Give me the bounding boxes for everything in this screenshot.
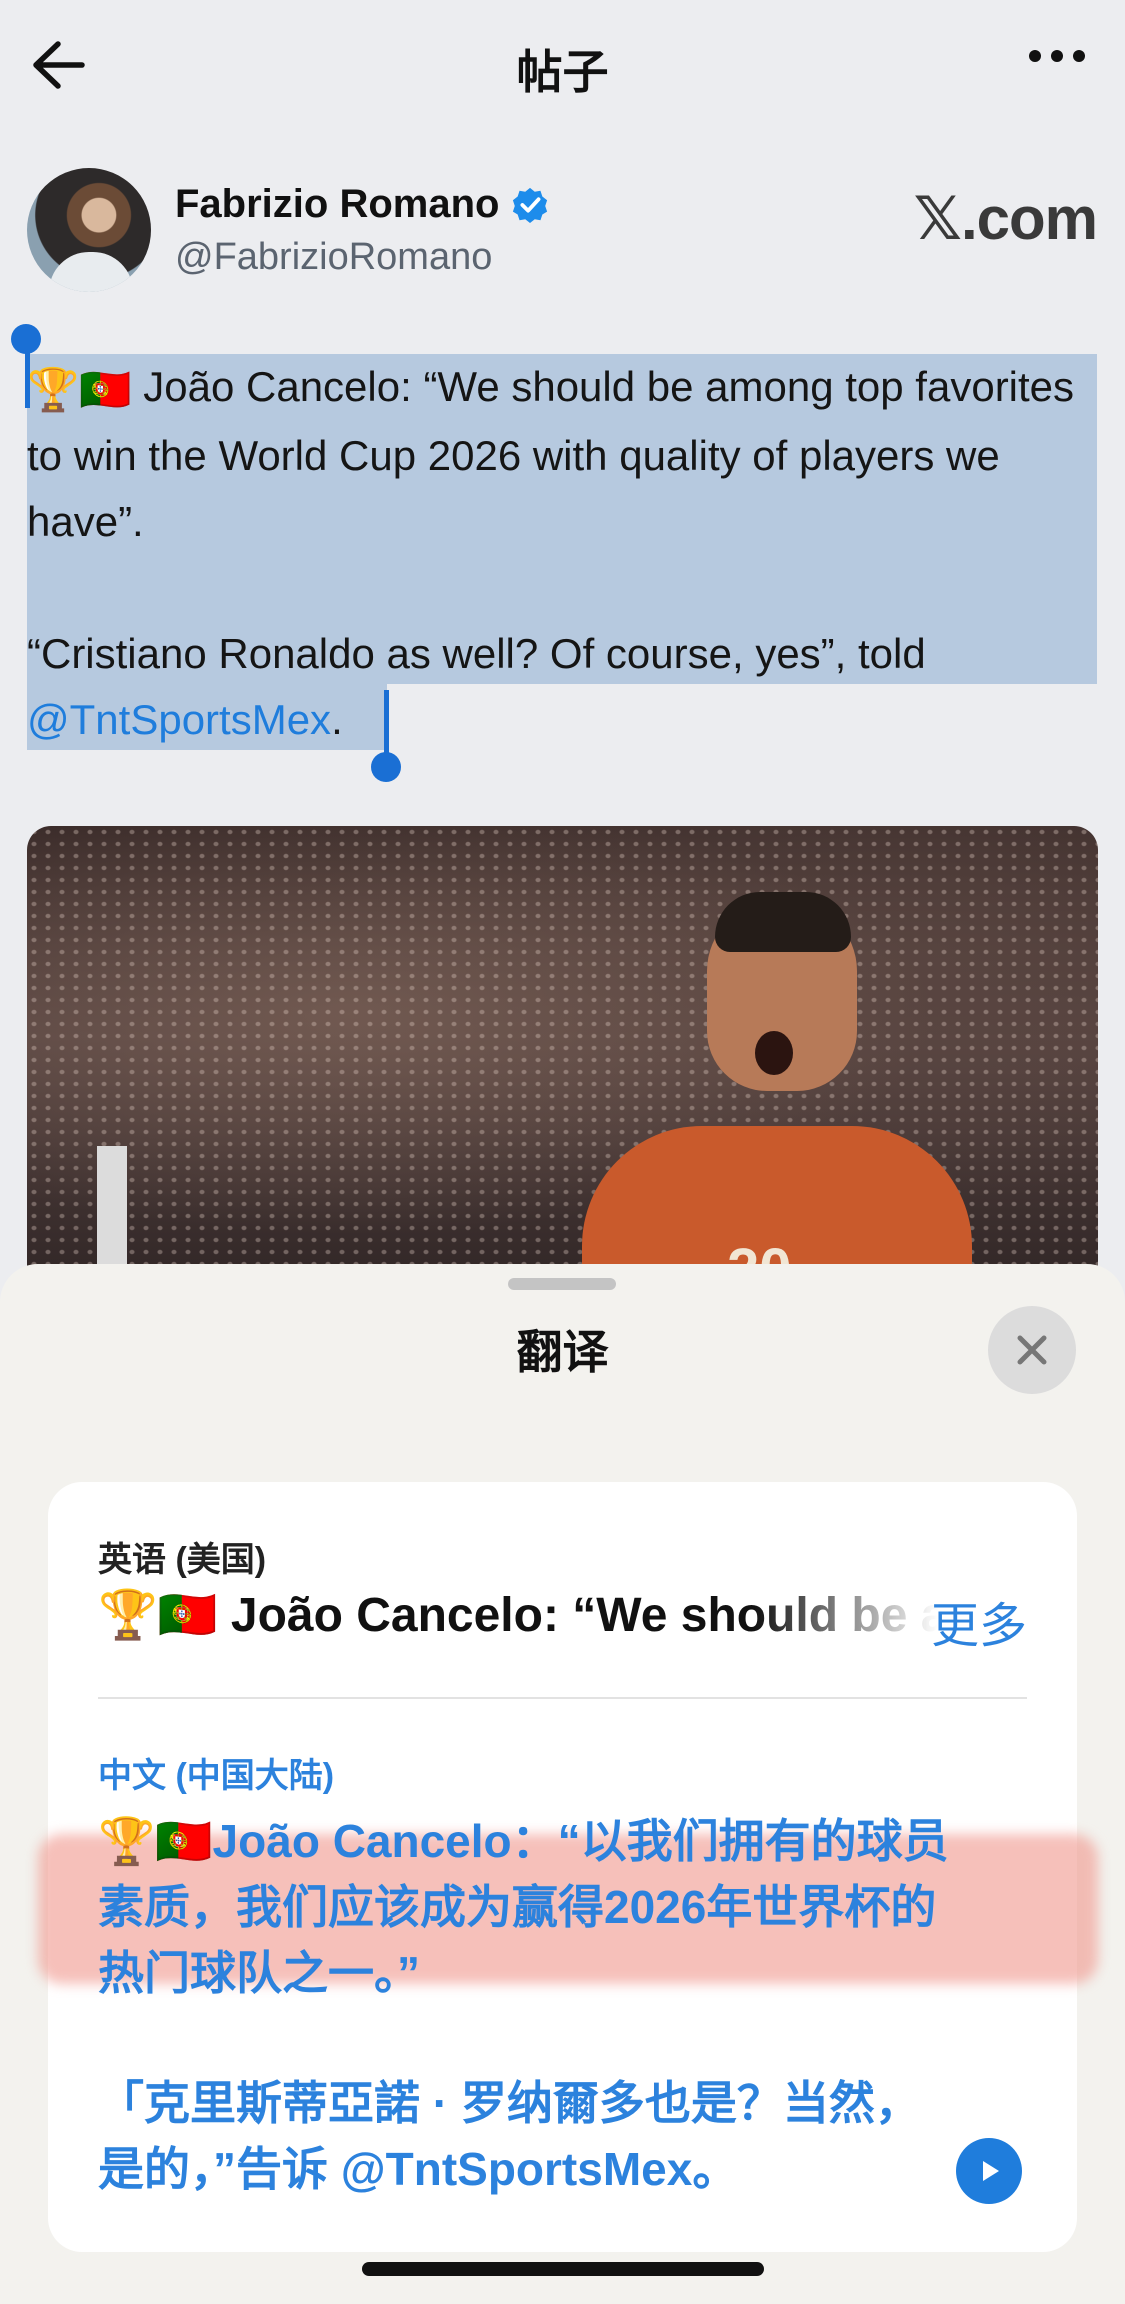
close-button[interactable] (988, 1306, 1076, 1394)
verified-badge-icon (513, 187, 548, 223)
sheet-grabber[interactable] (508, 1278, 616, 1290)
play-icon (983, 2161, 999, 2181)
play-button[interactable] (956, 2138, 1022, 2204)
source-text: 🏆🇵🇹 João Cancelo: “We should be among to… (98, 1589, 938, 1642)
tweet-paragraph-2: “Cristiano Ronaldo as well? Of course, y… (27, 629, 926, 677)
top-nav-bar: 帖子 (0, 0, 1125, 130)
target-language-label[interactable]: 中文 (中国大陆) (98, 1748, 334, 1797)
translate-sheet: 翻译 英语 (美国) 🏆🇵🇹 João Cancelo: “We should … (0, 1264, 1125, 2304)
selection-start-knob[interactable] (11, 324, 41, 354)
close-icon (1017, 1335, 1047, 1365)
more-button[interactable]: 更多 (931, 1586, 1027, 1656)
trophy-flag-emoji: 🏆🇵🇹 (27, 365, 132, 413)
tweet-photo[interactable]: 20 (27, 826, 1098, 1296)
translated-paragraph-2: 「克里斯蒂亞諾 · 罗纳爾多也是？当然，是的，”告诉 @TntSportsMex… (98, 2077, 921, 2195)
author-name[interactable]: Fabrizio Romano (175, 182, 499, 227)
author-handle[interactable]: @FabrizioRomano (175, 236, 492, 279)
more-dots-icon[interactable] (1029, 50, 1085, 62)
avatar[interactable] (27, 168, 151, 292)
tweet-author: Fabrizio Romano @FabrizioRomano 𝕏.com (27, 168, 1098, 298)
tweet-paragraph-1: João Cancelo: “We should be among top fa… (27, 363, 1075, 545)
tweet-text: 🏆🇵🇹 João Cancelo: “We should be among to… (27, 354, 1097, 753)
translation-card: 英语 (美国) 🏆🇵🇹 João Cancelo: “We should be … (38, 1482, 1098, 2252)
home-indicator[interactable] (362, 2262, 764, 2276)
selection-end-handle[interactable] (384, 690, 389, 754)
mention-link[interactable]: @TntSportsMex (27, 696, 331, 743)
sheet-title: 翻译 (516, 1326, 609, 1378)
tweet-trailing: . (331, 695, 343, 743)
page-title: 帖子 (516, 46, 609, 98)
divider (98, 1697, 1027, 1699)
selection-end-knob[interactable] (371, 752, 401, 782)
source-language-label[interactable]: 英语 (美国) (98, 1532, 266, 1581)
tweet-body[interactable]: 🏆🇵🇹 João Cancelo: “We should be among to… (11, 324, 1097, 782)
translated-paragraph-1: 🏆🇵🇹João Cancelo：“以我们拥有的球员素质，我们应该成为赢得2026… (98, 1815, 949, 1999)
translated-text: 🏆🇵🇹João Cancelo：“以我们拥有的球员素质，我们应该成为赢得2026… (98, 1808, 958, 2202)
source-logo: 𝕏.com (913, 185, 1098, 252)
